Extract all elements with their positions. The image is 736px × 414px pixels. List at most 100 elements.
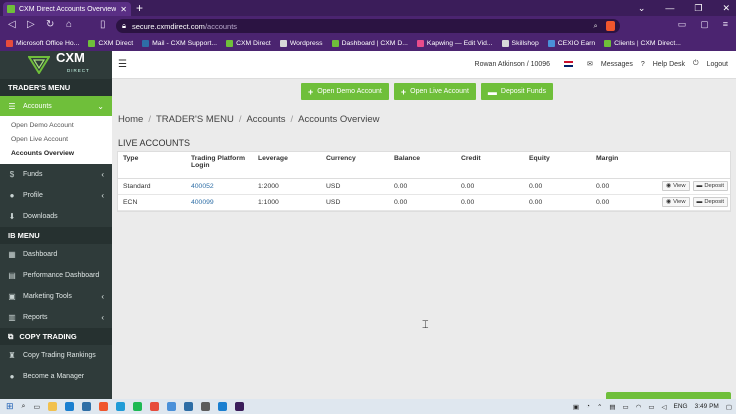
sidebar-item-profile[interactable]: ● Profile ‹: [0, 185, 112, 206]
forward-icon[interactable]: ▷: [27, 19, 35, 30]
edge-icon[interactable]: [65, 402, 75, 411]
bookmark-item[interactable]: Kapwing — Edit Vid...: [416, 39, 493, 47]
store-icon[interactable]: [82, 402, 92, 411]
language-indicator[interactable]: ENG: [674, 403, 688, 410]
chat-widget-tab[interactable]: [606, 392, 731, 399]
deposit-funds-button[interactable]: ▬ Deposit Funds: [480, 83, 554, 100]
bookmark-item[interactable]: Skillshop: [501, 39, 539, 47]
cxm-logo[interactable]: CXM DIRECT: [0, 51, 112, 79]
home-icon[interactable]: ⌂: [66, 19, 72, 30]
hamburger-icon[interactable]: ☰: [118, 59, 127, 70]
new-tab-icon[interactable]: +: [136, 1, 143, 15]
clock[interactable]: 3:49 PM: [695, 403, 719, 410]
brave-shield-icon[interactable]: [606, 21, 615, 31]
close-window-icon[interactable]: ✕: [722, 3, 730, 14]
close-tab-icon[interactable]: ✕: [120, 5, 127, 14]
breadcrumb-accounts[interactable]: Accounts: [246, 114, 285, 125]
url-path: /accounts: [204, 21, 238, 31]
volume-icon[interactable]: ◁: [662, 403, 667, 411]
eye-icon: ◉: [666, 183, 672, 189]
breadcrumb-traders-menu[interactable]: TRADER'S MENU: [156, 114, 234, 125]
logout-link[interactable]: Logout: [707, 61, 728, 68]
messages-link[interactable]: Messages: [601, 61, 633, 68]
restore-icon[interactable]: ❐: [694, 3, 702, 14]
tray-icon[interactable]: ▭: [623, 403, 629, 411]
sidebar-item-funds[interactable]: $ Funds ‹: [0, 164, 112, 185]
app-icon[interactable]: [150, 402, 160, 411]
url-field[interactable]: 🔒︎ secure.cxmdirect.com/accounts ⌕ ⇪: [116, 19, 620, 33]
deposit-button[interactable]: ▬ Deposit: [692, 197, 728, 207]
open-live-account-button[interactable]: + Open Live Account: [393, 83, 476, 100]
bookmark-favicon-icon: [279, 39, 287, 47]
app-icon[interactable]: [235, 402, 245, 411]
bookmark-item[interactable]: Clients | CXM Direct...: [604, 39, 681, 47]
app-icon[interactable]: [218, 402, 228, 411]
bookmark-item[interactable]: Microsoft Office Ho...: [6, 39, 79, 47]
list-icon: ☰: [8, 101, 16, 111]
view-button[interactable]: ◉ View: [662, 181, 690, 191]
sidebar-item-marketing[interactable]: ▣ Marketing Tools ‹: [0, 286, 112, 307]
view-button[interactable]: ◉ View: [662, 197, 690, 207]
copy-trading-label: COPY TRADING: [19, 332, 77, 341]
wallet-icon[interactable]: ▢: [700, 19, 709, 30]
app-icon[interactable]: [201, 402, 211, 411]
bookmark-item[interactable]: Dashboard | CXM D...: [331, 39, 408, 47]
reload-icon[interactable]: ↻: [46, 19, 54, 30]
wifi-icon[interactable]: ◠: [636, 403, 642, 411]
tab-title: CXM Direct Accounts Overview: [19, 5, 117, 13]
tray-icon[interactable]: ▣: [573, 403, 579, 411]
file-explorer-icon[interactable]: [48, 402, 58, 411]
bookmark-item[interactable]: Mail - CXM Support...: [142, 39, 217, 47]
tray-icon[interactable]: ▤: [609, 403, 615, 411]
sidebar-item-accounts[interactable]: ☰ Accounts ⌄: [0, 96, 112, 116]
sidebar-item-copy-rankings[interactable]: ♜ Copy Trading Rankings: [0, 345, 112, 366]
sidebar-item-reports[interactable]: ▥ Reports ‹: [0, 307, 112, 328]
submenu-open-live[interactable]: Open Live Account: [0, 133, 112, 147]
spotify-icon[interactable]: [133, 402, 143, 411]
bookmark-item[interactable]: CEXIO Earn: [547, 39, 595, 47]
browser-tab[interactable]: CXM Direct Accounts Overview ✕: [3, 2, 131, 16]
column-header: Trading Platform Login: [186, 152, 253, 179]
bookmark-item[interactable]: CXM Direct: [226, 39, 271, 47]
chevron-left-icon: ‹: [101, 292, 104, 301]
deposit-button[interactable]: ▬ Deposit: [692, 181, 728, 191]
sidebar-item-label: Marketing Tools: [23, 293, 72, 300]
sidebar-item-performance[interactable]: ▤ Performance Dashboard: [0, 265, 112, 286]
user-name[interactable]: Rowan Atkinson / 10096: [475, 61, 551, 68]
breadcrumb-separator: /: [148, 114, 151, 125]
sidebar-toggle-icon[interactable]: ▭: [678, 19, 687, 30]
bookmark-item[interactable]: CXM Direct: [88, 39, 133, 47]
app-icon[interactable]: [184, 402, 194, 411]
bookmark-item[interactable]: Wordpress: [279, 39, 323, 47]
bookmark-icon[interactable]: ▯: [100, 19, 106, 30]
notifications-icon[interactable]: ▢: [726, 403, 732, 411]
cell-login-link[interactable]: 400099: [186, 194, 253, 211]
task-view-icon[interactable]: ▭: [33, 403, 40, 411]
breadcrumb-home[interactable]: Home: [118, 114, 143, 125]
minimize-icon[interactable]: —: [665, 3, 674, 13]
open-demo-account-button[interactable]: + Open Demo Account: [301, 83, 389, 100]
sidebar-item-become-manager[interactable]: ● Become a Manager: [0, 366, 112, 387]
tab-search-icon[interactable]: ⌄: [638, 3, 646, 14]
tray-icon[interactable]: ◔: [586, 403, 590, 410]
chevron-up-icon[interactable]: ⌃: [597, 403, 602, 411]
battery-icon[interactable]: ▭: [648, 403, 654, 411]
back-icon[interactable]: ◁: [8, 19, 16, 30]
menu-icon[interactable]: ≡: [723, 19, 728, 30]
bookmark-favicon-icon: [331, 39, 339, 47]
skype-icon[interactable]: [116, 402, 126, 411]
sidebar-item-downloads[interactable]: ⬇ Downloads: [0, 206, 112, 227]
windows-start-icon[interactable]: ⊞: [6, 401, 14, 412]
submenu-open-demo[interactable]: Open Demo Account: [0, 119, 112, 133]
uk-flag-icon[interactable]: [564, 61, 574, 67]
cell-login-link[interactable]: 400052: [186, 178, 253, 195]
help-desk-link[interactable]: Help Desk: [653, 61, 685, 68]
bookmark-favicon-icon: [226, 39, 234, 47]
sidebar-item-dashboard[interactable]: ▦ Dashboard: [0, 244, 112, 265]
bookmark-label: Dashboard | CXM D...: [341, 39, 408, 47]
search-icon[interactable]: ⌕: [22, 403, 26, 411]
zoom-search-icon[interactable]: ⌕: [594, 21, 598, 31]
app-icon[interactable]: [167, 402, 177, 411]
brave-icon[interactable]: [99, 402, 109, 411]
submenu-accounts-overview[interactable]: Accounts Overview: [0, 147, 112, 161]
